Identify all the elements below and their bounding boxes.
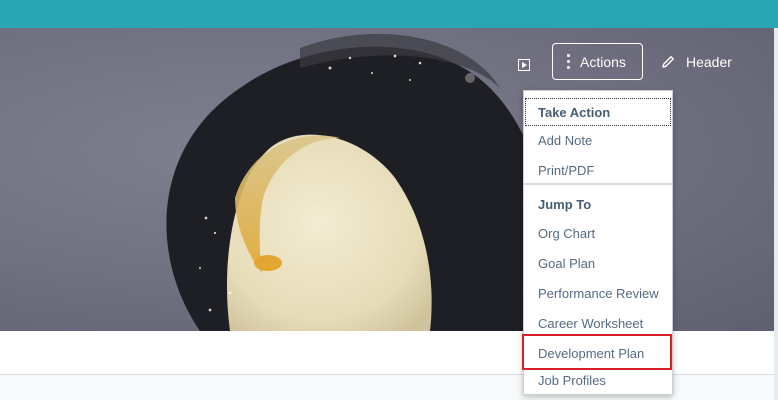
menu-heading-take-action: Take Action [524,97,672,127]
pencil-icon [662,56,674,68]
actions-button[interactable]: Actions [552,43,643,80]
menu-item-org-chart[interactable]: Org Chart [524,218,672,248]
menu-heading-jump-to: Jump To [538,196,592,212]
actions-button-label: Actions [580,53,626,70]
menu-item-performance-review[interactable]: Performance Review [524,278,672,308]
play-box-icon[interactable] [518,59,530,71]
development-plan-highlight [522,334,672,370]
header-button[interactable]: Header [660,50,732,74]
scrollbar-track[interactable] [774,28,778,400]
menu-separator [524,183,672,185]
menu-item-print-pdf[interactable]: Print/PDF [524,155,672,185]
menu-item-add-note[interactable]: Add Note [524,125,672,155]
menu-item-goal-plan[interactable]: Goal Plan [524,248,672,278]
header-button-label: Header [686,54,732,70]
vertical-dots-icon [567,54,570,69]
top-bar [0,0,778,28]
